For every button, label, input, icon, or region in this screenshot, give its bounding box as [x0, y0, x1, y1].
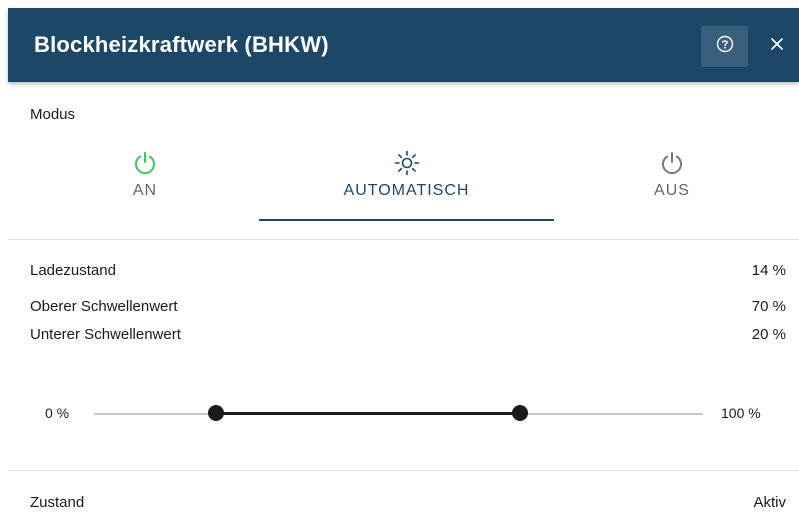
- tab-aus[interactable]: AUS: [612, 140, 732, 222]
- ladezustand-label: Ladezustand: [30, 262, 116, 279]
- oberer-schwellenwert-value: 70 %: [751, 298, 786, 315]
- tab-an[interactable]: AN: [85, 140, 205, 222]
- tab-aus-label: AUS: [654, 182, 690, 199]
- threshold-slider-range: [215, 412, 521, 415]
- slider-min-label: 0 %: [45, 405, 70, 421]
- zustand-value: Aktiv: [753, 494, 786, 511]
- tab-an-label: AN: [132, 182, 158, 199]
- unterer-schwellenwert-label: Unterer Schwellenwert: [30, 326, 181, 343]
- help-circle-icon: [716, 35, 734, 58]
- unterer-schwellenwert-value: 20 %: [751, 326, 786, 343]
- power-icon: [85, 146, 205, 180]
- close-button[interactable]: [764, 26, 790, 67]
- upper-threshold-handle[interactable]: [512, 405, 529, 421]
- close-icon: [770, 37, 784, 56]
- dialog-header: Blockheizkraftwerk (BHKW): [8, 8, 799, 82]
- sun-icon: [259, 146, 554, 180]
- divider: [8, 239, 799, 240]
- active-tab-indicator: [259, 219, 554, 221]
- help-button[interactable]: [701, 26, 748, 67]
- tab-automatisch-label: AUTOMATISCH: [343, 182, 470, 199]
- slider-max-label: 100 %: [721, 405, 761, 421]
- divider: [8, 470, 799, 471]
- power-icon: [612, 146, 732, 180]
- tab-automatisch[interactable]: AUTOMATISCH: [259, 140, 554, 222]
- oberer-schwellenwert-label: Oberer Schwellenwert: [30, 298, 178, 315]
- dialog-title: Blockheizkraftwerk (BHKW): [34, 32, 329, 57]
- zustand-label: Zustand: [30, 494, 85, 511]
- mode-section-label: Modus: [30, 106, 76, 123]
- ladezustand-value: 14 %: [751, 262, 786, 279]
- lower-threshold-handle[interactable]: [207, 405, 224, 421]
